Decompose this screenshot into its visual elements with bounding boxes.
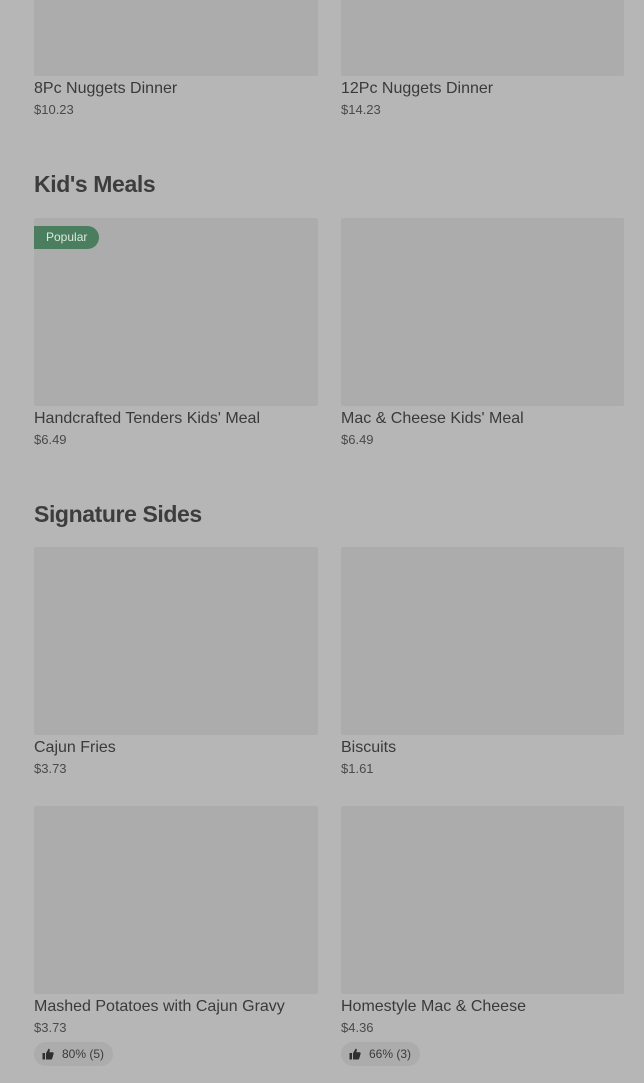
menu-item-image[interactable] — [34, 806, 318, 994]
menu-item-card[interactable]: Biscuits $1.61 — [341, 547, 624, 777]
menu-item-card[interactable]: 12Pc Nuggets Dinner $14.23 — [341, 0, 624, 118]
menu-item-name: 8Pc Nuggets Dinner — [34, 80, 178, 97]
menu-page: 8Pc Nuggets Dinner $10.23 12Pc Nuggets D… — [0, 0, 644, 1083]
menu-item-price: $6.49 — [341, 432, 374, 447]
menu-item-card[interactable]: Homestyle Mac & Cheese $4.36 66% (3) — [341, 806, 624, 1066]
rating-badge: 66% (3) — [341, 1042, 421, 1066]
menu-item-price: $6.49 — [34, 432, 67, 447]
menu-item-card[interactable]: Popular Handcrafted Tenders Kids' Meal $… — [34, 218, 318, 448]
menu-item-image[interactable] — [341, 218, 624, 406]
menu-item-name: Mac & Cheese Kids' Meal — [341, 410, 524, 427]
menu-item-image[interactable] — [34, 547, 318, 735]
menu-item-name: Mashed Potatoes with Cajun Gravy — [34, 998, 285, 1015]
rating-text: 80% (5) — [62, 1047, 105, 1061]
menu-item-name: Homestyle Mac & Cheese — [341, 998, 526, 1015]
menu-item-image[interactable] — [341, 806, 624, 994]
thumbs-up-icon — [42, 1048, 54, 1060]
menu-item-name: Handcrafted Tenders Kids' Meal — [34, 410, 260, 427]
menu-item-price: $3.73 — [34, 761, 67, 776]
menu-item-card[interactable]: 8Pc Nuggets Dinner $10.23 — [34, 0, 318, 118]
section-title-signature-sides: Signature Sides — [34, 501, 202, 527]
menu-item-price: $3.73 — [34, 1020, 67, 1035]
menu-item-image[interactable]: Popular — [34, 218, 318, 406]
menu-item-name: 12Pc Nuggets Dinner — [341, 80, 494, 97]
menu-item-name: Cajun Fries — [34, 739, 116, 756]
menu-item-card[interactable]: Cajun Fries $3.73 — [34, 547, 318, 777]
menu-item-price: $10.23 — [34, 102, 74, 117]
menu-item-card[interactable]: Mashed Potatoes with Cajun Gravy $3.73 8… — [34, 806, 318, 1066]
rating-text: 66% (3) — [369, 1047, 412, 1061]
menu-item-price: $4.36 — [341, 1020, 374, 1035]
menu-item-image[interactable] — [341, 0, 624, 76]
rating-badge: 80% (5) — [34, 1042, 114, 1066]
menu-item-card[interactable]: Mac & Cheese Kids' Meal $6.49 — [341, 218, 624, 448]
menu-item-image[interactable] — [341, 547, 624, 735]
menu-item-price: $1.61 — [341, 761, 374, 776]
menu-item-price: $14.23 — [341, 102, 381, 117]
menu-item-name: Biscuits — [341, 739, 397, 756]
popular-badge: Popular — [34, 226, 100, 249]
menu-item-image[interactable] — [34, 0, 318, 76]
section-title-kids-meals: Kid's Meals — [34, 171, 156, 197]
thumbs-up-icon — [349, 1048, 361, 1060]
